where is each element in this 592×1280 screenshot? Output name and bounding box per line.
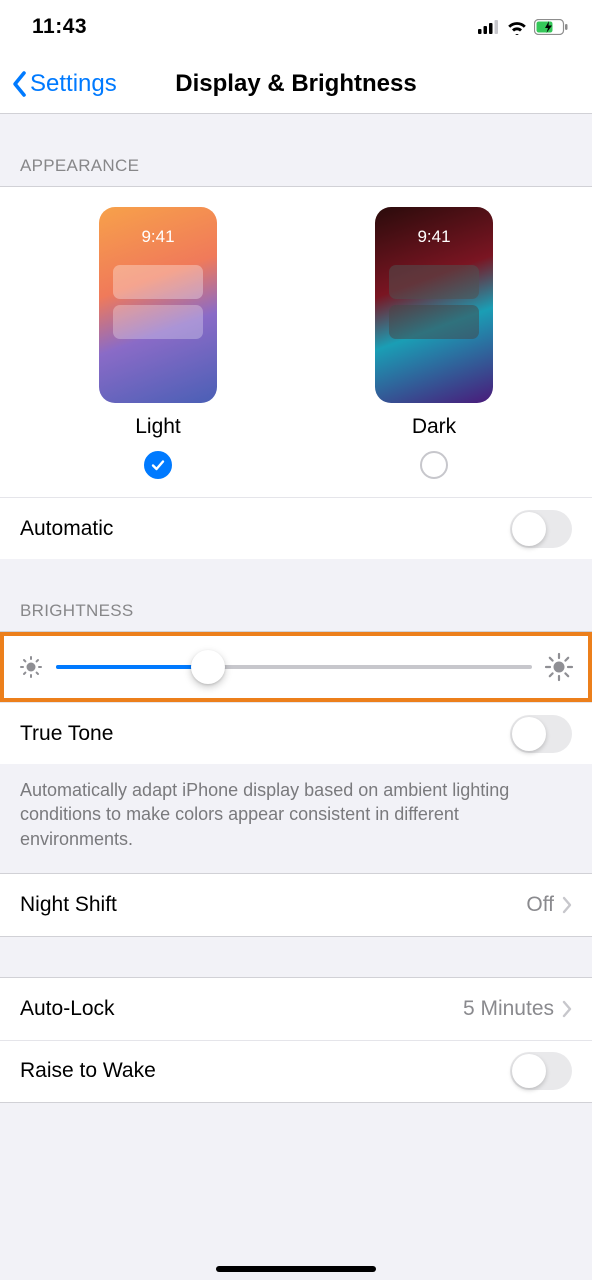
auto-lock-label: Auto-Lock (20, 997, 115, 1021)
checkmark-icon (150, 457, 166, 473)
chevron-left-icon (10, 70, 28, 98)
light-label: Light (135, 415, 181, 439)
dark-label: Dark (412, 415, 456, 439)
status-bar: 11:43 (0, 0, 592, 54)
brightness-slider-row (0, 632, 592, 702)
dark-radio[interactable] (420, 451, 448, 479)
chevron-right-icon (562, 1000, 572, 1018)
automatic-label: Automatic (20, 517, 113, 541)
raise-to-wake-toggle[interactable] (510, 1052, 572, 1090)
brightness-group: True Tone (0, 631, 592, 764)
sun-max-icon (544, 652, 574, 682)
true-tone-description: Automatically adapt iPhone display based… (0, 764, 592, 873)
true-tone-row: True Tone (0, 702, 592, 764)
appearance-option-dark[interactable]: 9:41 Dark (375, 207, 493, 479)
wifi-icon (506, 19, 528, 35)
auto-lock-row[interactable]: Auto-Lock 5 Minutes (0, 978, 592, 1040)
home-indicator (216, 1266, 376, 1272)
dark-preview-thumbnail: 9:41 (375, 207, 493, 403)
preview-time: 9:41 (99, 227, 217, 247)
page-title: Display & Brightness (175, 70, 416, 98)
night-shift-row[interactable]: Night Shift Off (0, 874, 592, 936)
back-label: Settings (30, 70, 117, 98)
raise-to-wake-row: Raise to Wake (0, 1040, 592, 1102)
cellular-signal-icon (478, 20, 500, 34)
status-icons (478, 19, 568, 35)
light-preview-thumbnail: 9:41 (99, 207, 217, 403)
auto-lock-value: 5 Minutes (463, 997, 554, 1021)
night-shift-label: Night Shift (20, 893, 117, 917)
section-header-appearance: APPEARANCE (0, 114, 592, 186)
sun-min-icon (18, 654, 44, 680)
battery-charging-icon (534, 19, 568, 35)
chevron-right-icon (562, 896, 572, 914)
section-header-brightness: BRIGHTNESS (0, 559, 592, 631)
preview-time: 9:41 (375, 227, 493, 247)
true-tone-label: True Tone (20, 722, 113, 746)
automatic-row: Automatic (0, 497, 592, 559)
back-button[interactable]: Settings (10, 70, 117, 98)
status-time: 11:43 (32, 15, 87, 39)
appearance-option-light[interactable]: 9:41 Light (99, 207, 217, 479)
brightness-slider[interactable] (56, 665, 532, 669)
brightness-slider-thumb[interactable] (191, 650, 225, 684)
automatic-toggle[interactable] (510, 510, 572, 548)
light-radio-selected[interactable] (144, 451, 172, 479)
nav-header: Settings Display & Brightness (0, 54, 592, 114)
lock-group: Auto-Lock 5 Minutes Raise to Wake (0, 977, 592, 1103)
night-shift-group: Night Shift Off (0, 873, 592, 937)
true-tone-toggle[interactable] (510, 715, 572, 753)
raise-to-wake-label: Raise to Wake (20, 1059, 156, 1083)
night-shift-value: Off (526, 893, 554, 917)
appearance-group: 9:41 Light 9:41 Dark Automatic (0, 186, 592, 559)
